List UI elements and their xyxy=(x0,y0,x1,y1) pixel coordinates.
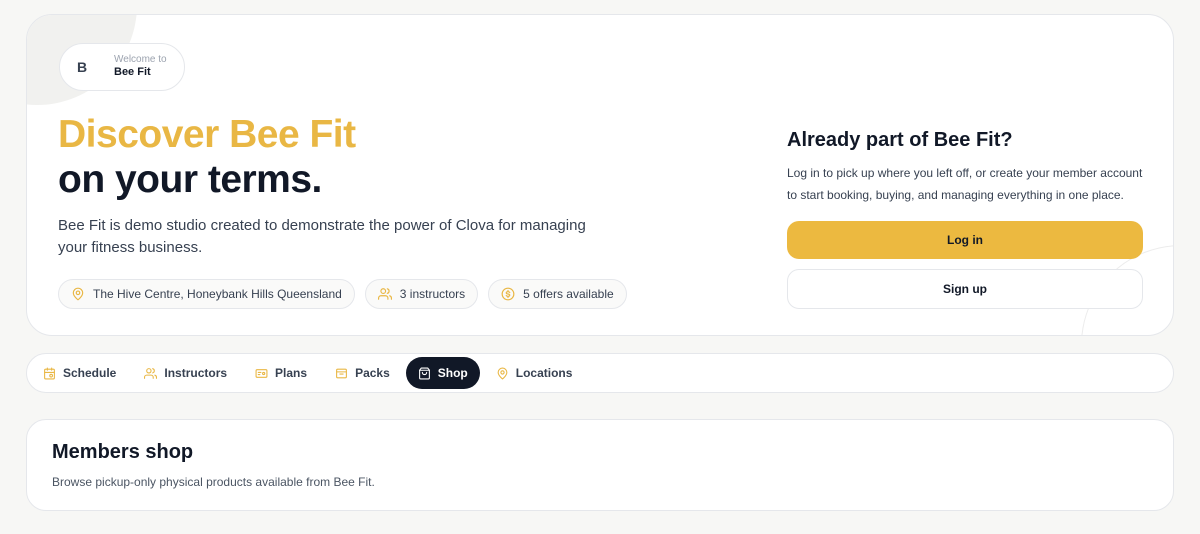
tab-label: Instructors xyxy=(164,366,228,380)
tab-instructors[interactable]: Instructors xyxy=(132,357,239,389)
chip-location: The Hive Centre, Honeybank Hills Queensl… xyxy=(58,279,355,309)
info-chips: The Hive Centre, Honeybank Hills Queensl… xyxy=(58,279,627,309)
studio-name: Bee Fit xyxy=(114,66,151,79)
tab-plans[interactable]: Plans xyxy=(243,357,319,389)
tab-label: Shop xyxy=(437,366,468,380)
section-description: Browse pickup-only physical products ava… xyxy=(52,475,375,489)
account-title: Already part of Bee Fit? xyxy=(787,129,1013,151)
welcome-label: Welcome to xyxy=(114,53,167,65)
tab-schedule[interactable]: Schedule xyxy=(31,357,128,389)
users-icon xyxy=(144,367,158,379)
chip-offers: 5 offers available xyxy=(488,279,627,309)
package-icon xyxy=(336,368,347,378)
headline-accent: Discover Bee Fit xyxy=(58,113,356,156)
welcome-badge: B Welcome to Bee Fit xyxy=(59,43,185,91)
tab-label: Schedule xyxy=(63,366,117,380)
location-pin-icon xyxy=(497,367,508,379)
chip-label: The Hive Centre, Honeybank Hills Queensl… xyxy=(93,287,342,301)
members-shop-card: Members shop Browse pickup-only physical… xyxy=(26,419,1174,511)
dollar-coin-icon xyxy=(501,287,515,301)
tab-label: Locations xyxy=(515,366,573,380)
chip-label: 3 instructors xyxy=(399,287,466,301)
section-title: Members shop xyxy=(52,441,194,463)
tab-locations[interactable]: Locations xyxy=(484,357,585,389)
studio-avatar: B xyxy=(76,59,88,75)
calendar-icon xyxy=(44,367,55,379)
hero-card: B Welcome to Bee Fit Discover Bee Fit on… xyxy=(26,14,1174,336)
signup-button[interactable]: Sign up xyxy=(787,269,1143,309)
chip-instructors: 3 instructors xyxy=(364,279,479,309)
headline-main: on your terms. xyxy=(58,158,322,201)
users-icon xyxy=(377,288,392,300)
tab-label: Plans xyxy=(275,366,308,380)
hero-description: Bee Fit is demo studio created to demons… xyxy=(58,217,586,256)
login-button[interactable]: Log in xyxy=(787,221,1143,259)
chip-label: 5 offers available xyxy=(523,287,614,301)
tab-shop[interactable]: Shop xyxy=(405,357,480,389)
tab-packs[interactable]: Packs xyxy=(323,357,402,389)
id-card-icon xyxy=(255,368,268,378)
tab-label: Packs xyxy=(355,366,390,380)
shopping-bag-icon xyxy=(418,367,430,379)
section-tabs: Schedule Instructors Plans Packs Shop Lo… xyxy=(26,353,1174,393)
account-description: Log in to pick up where you left off, or… xyxy=(787,166,1143,202)
location-pin-icon xyxy=(72,287,84,301)
